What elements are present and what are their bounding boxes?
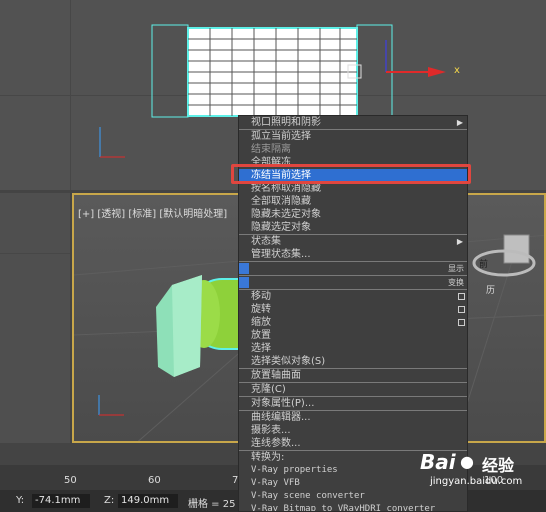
- menu-item-label: 管理状态集...: [251, 249, 311, 260]
- viewport-left[interactable]: [0, 193, 70, 443]
- menu-item-place-pivot[interactable]: 放置轴曲面: [239, 368, 467, 382]
- menu-item-label: 隐藏未选定对象: [251, 209, 321, 220]
- menu-item-place[interactable]: 放置: [239, 329, 467, 342]
- view-cube-label-2: 历: [486, 286, 496, 296]
- grid-line: [0, 253, 70, 254]
- menu-item-label: 对象属性(P)...: [251, 398, 315, 409]
- watermark-brand-2: 经验: [482, 456, 515, 475]
- menu-item-label: 隐藏选定对象: [251, 222, 311, 233]
- submenu-arrow-icon: ▶: [456, 237, 463, 246]
- annotation-highlight-box: [231, 164, 471, 184]
- menu-item-label: 全部取消隐藏: [251, 196, 311, 207]
- quad-band-transform: 变换: [239, 275, 467, 289]
- menu-item-label: 克隆(C): [251, 384, 286, 395]
- z-coord-field[interactable]: 149.0mm: [118, 494, 178, 508]
- menu-item-hide-selected[interactable]: 隐藏选定对象: [239, 221, 467, 234]
- quad-label-display: 显示: [448, 264, 464, 273]
- menu-item-label: 按名称取消隐藏: [251, 183, 321, 194]
- menu-item-unhide-all[interactable]: 全部取消隐藏: [239, 195, 467, 208]
- menu-item-label: V-Ray VFB: [251, 478, 300, 488]
- menu-item-label: 缩放: [251, 317, 271, 328]
- watermark-brand: Bai: [420, 450, 456, 474]
- menu-item-object-properties[interactable]: 对象属性(P)...: [239, 396, 467, 410]
- menu-item-label: 旋转: [251, 304, 271, 315]
- quad-marker: [239, 263, 249, 274]
- menu-item-select[interactable]: 选择: [239, 342, 467, 355]
- menu-item-label: V-Ray scene converter: [251, 491, 365, 501]
- menu-item-state-sets[interactable]: 状态集 ▶: [239, 234, 467, 248]
- menu-item-clone[interactable]: 克隆(C): [239, 382, 467, 396]
- menu-item-select-similar[interactable]: 选择类似对象(S): [239, 355, 467, 368]
- menu-item-label: 放置轴曲面: [251, 370, 301, 381]
- menu-item-manage-state-sets[interactable]: 管理状态集...: [239, 248, 467, 261]
- watermark: Bai ● 经验 jingyan.baidu.com: [420, 448, 540, 492]
- y-label: Y:: [16, 495, 25, 506]
- ruler-tick: 60: [148, 475, 161, 486]
- view-cube-label[interactable]: 前: [479, 257, 488, 270]
- menu-item-isolate[interactable]: 孤立当前选择: [239, 129, 467, 143]
- menu-item-rotate[interactable]: 旋转: [239, 303, 467, 316]
- menu-item-scale[interactable]: 缩放: [239, 316, 467, 329]
- menu-item-vray-bitmap-converter[interactable]: V-Ray Bitmap to VRayHDRI converter: [239, 503, 467, 512]
- quad-marker: [239, 277, 249, 288]
- menu-item-label: 曲线编辑器...: [251, 412, 311, 423]
- paw-icon: ●: [460, 452, 474, 471]
- settings-box-icon[interactable]: [458, 319, 465, 326]
- menu-item-hide-unselected[interactable]: 隐藏未选定对象: [239, 208, 467, 221]
- menu-item-end-isolate[interactable]: 结束隔离: [239, 143, 467, 156]
- menu-item-label: 转换为:: [251, 452, 285, 463]
- menu-item-label: 选择类似对象(S): [251, 356, 326, 367]
- menu-item-label: 孤立当前选择: [251, 131, 311, 142]
- menu-item-label: 连线参数...: [251, 438, 301, 449]
- menu-item-label: V-Ray Bitmap to VRayHDRI converter: [251, 504, 436, 512]
- submenu-arrow-icon: ▶: [456, 118, 463, 127]
- watermark-url: jingyan.baidu.com: [430, 476, 523, 487]
- menu-item-label: 放置: [251, 330, 271, 341]
- menu-item-viewport-lighting[interactable]: 视口照明和阴影 ▶: [239, 116, 467, 129]
- grid-size: 栅格 = 25: [188, 499, 236, 510]
- menu-item-label: 选择: [251, 343, 271, 354]
- z-label: Z:: [104, 495, 115, 506]
- menu-item-move[interactable]: 移动: [239, 289, 467, 303]
- menu-item-dope-sheet[interactable]: 摄影表...: [239, 424, 467, 437]
- quad-band-display: 显示: [239, 261, 467, 275]
- gizmo-x-label: x: [454, 65, 460, 76]
- menu-item-label: V-Ray properties: [251, 465, 338, 475]
- quad-label-transform: 变换: [448, 278, 464, 287]
- menu-item-label: 结束隔离: [251, 144, 291, 155]
- settings-box-icon[interactable]: [458, 306, 465, 313]
- menu-item-label: 状态集: [251, 236, 281, 247]
- ruler-tick: 50: [64, 475, 77, 486]
- menu-item-label: 摄影表...: [251, 425, 291, 436]
- menu-item-label: 视口照明和阴影: [251, 117, 321, 128]
- menu-item-label: 移动: [251, 291, 271, 302]
- y-coord-field[interactable]: -74.1mm: [32, 494, 90, 508]
- settings-box-icon[interactable]: [458, 293, 465, 300]
- menu-item-curve-editor[interactable]: 曲线编辑器...: [239, 410, 467, 424]
